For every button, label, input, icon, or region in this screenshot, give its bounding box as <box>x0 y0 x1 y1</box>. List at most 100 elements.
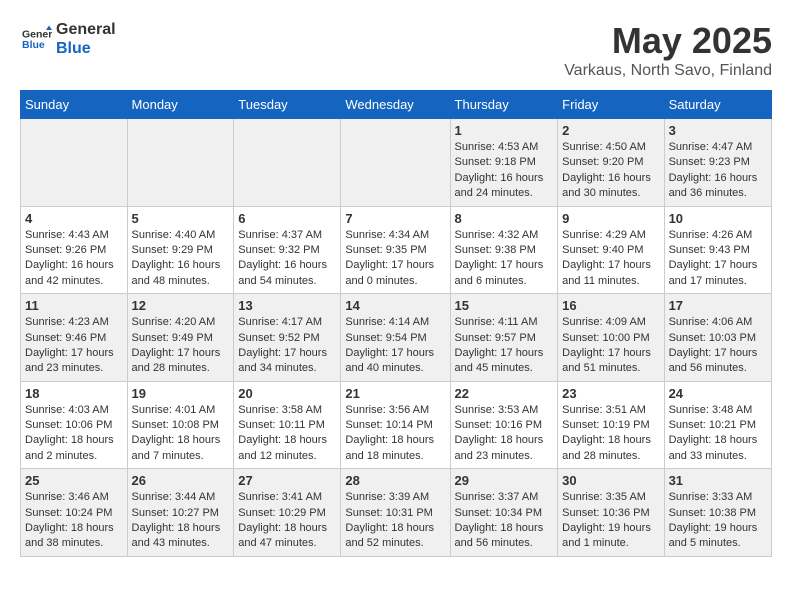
calendar-day-22: 22Sunrise: 3:53 AM Sunset: 10:16 PM Dayl… <box>450 381 558 469</box>
day-info: Sunrise: 4:14 AM Sunset: 9:54 PM Dayligh… <box>345 315 445 377</box>
calendar-day-7: 7Sunrise: 4:34 AM Sunset: 9:35 PM Daylig… <box>341 206 450 294</box>
calendar-week-row: 18 Sunrise: 4:03 AM Sunset: 10:06 PM Dayl… <box>21 381 772 469</box>
day-number: 25 <box>25 473 123 488</box>
day-info: Sunrise: 4:06 AM Sunset: 10:03 PM Daylig… <box>669 315 767 377</box>
day-info: Sunrise: 3:48 AM Sunset: 10:21 PM Daylig… <box>669 403 767 465</box>
day-info: Sunrise: 4:20 AM Sunset: 9:49 PM Dayligh… <box>132 315 230 377</box>
calendar-day-29: 29Sunrise: 3:37 AM Sunset: 10:34 PM Dayl… <box>450 469 558 557</box>
calendar-day-8: 8Sunrise: 4:32 AM Sunset: 9:38 PM Daylig… <box>450 206 558 294</box>
day-info: Sunrise: 4:43 AM Sunset: 9:26 PM Dayligh… <box>25 228 123 290</box>
day-number: 12 <box>132 298 230 313</box>
day-info: Sunrise: 4:23 AM Sunset: 9:46 PM Dayligh… <box>25 315 123 377</box>
day-info: Sunrise: 4:29 AM Sunset: 9:40 PM Dayligh… <box>562 228 659 290</box>
header-friday: Friday <box>558 91 664 119</box>
calendar-day-16: 16 Sunrise: 4:09 AM Sunset: 10:00 PM Dayl… <box>558 294 664 382</box>
day-number: 27 <box>238 473 336 488</box>
day-info: Sunrise: 4:11 AM Sunset: 9:57 PM Dayligh… <box>455 315 554 377</box>
header-wednesday: Wednesday <box>341 91 450 119</box>
day-number: 18 <box>25 386 123 401</box>
calendar-day-4: 4 Sunrise: 4:43 AM Sunset: 9:26 PM Daylig… <box>21 206 128 294</box>
day-info: Sunrise: 3:35 AM Sunset: 10:36 PM Daylig… <box>562 490 659 552</box>
day-number: 6 <box>238 211 336 226</box>
day-number: 31 <box>669 473 767 488</box>
day-number: 8 <box>455 211 554 226</box>
day-number: 26 <box>132 473 230 488</box>
day-number: 14 <box>345 298 445 313</box>
empty-day-cell <box>21 119 128 207</box>
calendar-day-5: 5Sunrise: 4:40 AM Sunset: 9:29 PM Daylig… <box>127 206 234 294</box>
calendar-day-10: 10Sunrise: 4:26 AM Sunset: 9:43 PM Dayli… <box>664 206 771 294</box>
calendar-day-13: 13 Sunrise: 4:17 AM Sunset: 9:52 PM Dayli… <box>234 294 341 382</box>
calendar-day-21: 21Sunrise: 3:56 AM Sunset: 10:14 PM Dayl… <box>341 381 450 469</box>
empty-day-cell <box>127 119 234 207</box>
day-info: Sunrise: 3:46 AM Sunset: 10:24 PM Daylig… <box>25 490 123 552</box>
day-info: Sunrise: 3:56 AM Sunset: 10:14 PM Daylig… <box>345 403 445 465</box>
calendar-day-28: 28 Sunrise: 3:39 AM Sunset: 10:31 PM Dayl… <box>341 469 450 557</box>
day-number: 30 <box>562 473 659 488</box>
day-number: 13 <box>238 298 336 313</box>
day-number: 15 <box>455 298 554 313</box>
day-info: Sunrise: 4:09 AM Sunset: 10:00 PM Daylig… <box>562 315 659 377</box>
calendar-table: SundayMondayTuesdayWednesdayThursdayFrid… <box>20 90 772 557</box>
day-info: Sunrise: 3:44 AM Sunset: 10:27 PM Daylig… <box>132 490 230 552</box>
empty-day-cell <box>341 119 450 207</box>
calendar-day-2: 2 Sunrise: 4:50 AM Sunset: 9:20 PM Daylig… <box>558 119 664 207</box>
day-number: 16 <box>562 298 659 313</box>
svg-text:Blue: Blue <box>22 39 45 51</box>
calendar-header-row: SundayMondayTuesdayWednesdayThursdayFrid… <box>21 91 772 119</box>
calendar-day-12: 12 Sunrise: 4:20 AM Sunset: 9:49 PM Dayli… <box>127 294 234 382</box>
day-number: 4 <box>25 211 123 226</box>
day-number: 9 <box>562 211 659 226</box>
calendar-day-11: 11Sunrise: 4:23 AM Sunset: 9:46 PM Dayli… <box>21 294 128 382</box>
day-info: Sunrise: 4:01 AM Sunset: 10:08 PM Daylig… <box>132 403 230 465</box>
calendar-day-15: 15 Sunrise: 4:11 AM Sunset: 9:57 PM Dayli… <box>450 294 558 382</box>
day-number: 1 <box>455 123 554 138</box>
day-number: 19 <box>132 386 230 401</box>
page-header: General Blue General Blue May 2025 Varka… <box>20 20 772 80</box>
day-info: Sunrise: 3:51 AM Sunset: 10:19 PM Daylig… <box>562 403 659 465</box>
calendar-day-31: 31 Sunrise: 3:33 AM Sunset: 10:38 PM Dayl… <box>664 469 771 557</box>
day-number: 17 <box>669 298 767 313</box>
day-number: 29 <box>455 473 554 488</box>
day-number: 24 <box>669 386 767 401</box>
logo-icon: General Blue <box>22 24 52 54</box>
calendar-day-23: 23Sunrise: 3:51 AM Sunset: 10:19 PM Dayl… <box>558 381 664 469</box>
calendar-week-row: 11Sunrise: 4:23 AM Sunset: 9:46 PM Dayli… <box>21 294 772 382</box>
calendar-day-25: 25 Sunrise: 3:46 AM Sunset: 10:24 PM Dayl… <box>21 469 128 557</box>
day-number: 20 <box>238 386 336 401</box>
title-section: May 2025 Varkaus, North Savo, Finland <box>564 20 772 80</box>
day-info: Sunrise: 3:41 AM Sunset: 10:29 PM Daylig… <box>238 490 336 552</box>
empty-day-cell <box>234 119 341 207</box>
header-saturday: Saturday <box>664 91 771 119</box>
header-thursday: Thursday <box>450 91 558 119</box>
day-info: Sunrise: 3:33 AM Sunset: 10:38 PM Daylig… <box>669 490 767 552</box>
calendar-day-24: 24 Sunrise: 3:48 AM Sunset: 10:21 PM Dayl… <box>664 381 771 469</box>
day-info: Sunrise: 3:53 AM Sunset: 10:16 PM Daylig… <box>455 403 554 465</box>
day-info: Sunrise: 4:40 AM Sunset: 9:29 PM Dayligh… <box>132 228 230 290</box>
logo-general-text: General <box>56 20 116 39</box>
calendar-day-19: 19 Sunrise: 4:01 AM Sunset: 10:08 PM Dayl… <box>127 381 234 469</box>
logo: General Blue General Blue <box>20 20 116 58</box>
calendar-day-9: 9 Sunrise: 4:29 AM Sunset: 9:40 PM Daylig… <box>558 206 664 294</box>
day-info: Sunrise: 4:50 AM Sunset: 9:20 PM Dayligh… <box>562 140 659 202</box>
calendar-day-17: 17 Sunrise: 4:06 AM Sunset: 10:03 PM Dayl… <box>664 294 771 382</box>
day-number: 2 <box>562 123 659 138</box>
day-number: 7 <box>345 211 445 226</box>
logo-blue-text: Blue <box>56 39 116 58</box>
calendar-week-row: 4 Sunrise: 4:43 AM Sunset: 9:26 PM Daylig… <box>21 206 772 294</box>
day-info: Sunrise: 3:39 AM Sunset: 10:31 PM Daylig… <box>345 490 445 552</box>
day-info: Sunrise: 4:17 AM Sunset: 9:52 PM Dayligh… <box>238 315 336 377</box>
day-info: Sunrise: 4:53 AM Sunset: 9:18 PM Dayligh… <box>455 140 554 202</box>
day-info: Sunrise: 4:03 AM Sunset: 10:06 PM Daylig… <box>25 403 123 465</box>
calendar-day-3: 3Sunrise: 4:47 AM Sunset: 9:23 PM Daylig… <box>664 119 771 207</box>
header-sunday: Sunday <box>21 91 128 119</box>
calendar-day-27: 27 Sunrise: 3:41 AM Sunset: 10:29 PM Dayl… <box>234 469 341 557</box>
calendar-day-14: 14 Sunrise: 4:14 AM Sunset: 9:54 PM Dayli… <box>341 294 450 382</box>
calendar-day-20: 20Sunrise: 3:58 AM Sunset: 10:11 PM Dayl… <box>234 381 341 469</box>
calendar-day-1: 1 Sunrise: 4:53 AM Sunset: 9:18 PM Daylig… <box>450 119 558 207</box>
day-number: 28 <box>345 473 445 488</box>
day-info: Sunrise: 4:47 AM Sunset: 9:23 PM Dayligh… <box>669 140 767 202</box>
day-info: Sunrise: 4:37 AM Sunset: 9:32 PM Dayligh… <box>238 228 336 290</box>
calendar-week-row: 1 Sunrise: 4:53 AM Sunset: 9:18 PM Daylig… <box>21 119 772 207</box>
day-number: 10 <box>669 211 767 226</box>
